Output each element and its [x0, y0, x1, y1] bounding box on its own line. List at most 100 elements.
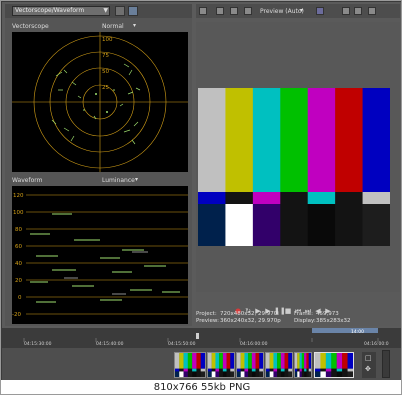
video-clip-selected[interactable] — [314, 352, 354, 378]
chevron-down-icon[interactable]: ▾ — [300, 7, 303, 14]
copy-snapshot-icon[interactable] — [342, 7, 350, 15]
thumb-bar — [277, 371, 281, 377]
zoom-fit-icon[interactable]: ✥ — [365, 365, 371, 373]
thumb-bar — [248, 353, 252, 369]
color-bar-castellation — [198, 192, 226, 204]
video-clip[interactable] — [236, 352, 264, 378]
zoom-in-icon[interactable]: □ — [365, 354, 372, 362]
thumb-bar — [280, 368, 285, 372]
thumb-bar — [325, 368, 332, 372]
thumb-bar — [230, 368, 234, 372]
update-scopes-icon[interactable] — [128, 6, 138, 16]
thumb-bar — [219, 368, 223, 372]
color-bar-castellation — [362, 192, 390, 204]
grid-icon[interactable] — [368, 7, 376, 15]
color-bar-pluge — [335, 204, 363, 246]
thumb-bar — [244, 368, 249, 372]
thumb-bar — [259, 371, 263, 377]
thumb-bar — [320, 353, 326, 369]
thumb-bar — [277, 353, 281, 369]
thumb-bar — [299, 353, 302, 369]
settings-icon[interactable] — [115, 6, 125, 16]
thumb-bar — [237, 368, 241, 372]
thumb-bar — [248, 368, 252, 372]
thumb-bar — [215, 371, 220, 377]
thumb-bar — [222, 353, 227, 369]
thumb-bar — [211, 371, 216, 377]
thumb-bar — [295, 371, 298, 377]
thumb-bar — [347, 353, 353, 369]
color-bar-castellation — [225, 192, 254, 204]
thumb-bar — [288, 353, 292, 369]
thumb-bar — [259, 368, 263, 372]
thumb-bar — [336, 371, 343, 377]
thumb-bar — [304, 353, 307, 369]
monitor-icon[interactable] — [216, 7, 224, 15]
video-clip[interactable] — [174, 352, 206, 378]
zoom-controls[interactable]: □ ✥ — [362, 352, 376, 378]
thumb-bar — [230, 371, 234, 377]
thumb-bar — [277, 368, 281, 372]
thumb-bar — [301, 368, 305, 372]
thumb-bar — [297, 371, 300, 377]
color-bar-castellation — [280, 192, 309, 204]
video-scopes-panel: Vectorscope/Waveform ▼ Vectorscope Norma… — [5, 4, 192, 326]
color-bar-castellation — [252, 192, 281, 204]
thumb-bar — [244, 353, 249, 369]
preview-area — [196, 22, 400, 292]
thumb-bar — [240, 353, 245, 369]
thumb-bar — [259, 353, 263, 369]
chevron-down-icon[interactable]: ▾ — [135, 176, 138, 183]
color-bar-pluge — [198, 204, 226, 246]
thumb-bar — [306, 353, 309, 369]
chevron-down-icon[interactable]: ▾ — [133, 22, 136, 29]
video-clip[interactable] — [294, 352, 312, 378]
thumb-bar — [273, 368, 278, 372]
video-clip[interactable] — [207, 352, 235, 378]
thumb-bar — [301, 353, 305, 369]
split-screen-icon[interactable] — [230, 7, 238, 15]
thumb-bar — [308, 353, 311, 369]
transport-controls: ● ↻ ▶ ▶ ❚❚■ ⏮ ⏭ ◀ ▶ — [234, 298, 354, 315]
gear-icon[interactable] — [199, 7, 207, 15]
image-info-caption: 810x766 55kb PNG — [1, 380, 401, 394]
vs-scale-75: 75 — [102, 53, 109, 59]
thumb-bar — [331, 368, 337, 372]
video-preview-panel: Preview (Auto) ▾ ● ↻ ▶ ▶ ❚❚■ ⏮ ⏭ ◀ ▶ Project: 72… — [196, 4, 400, 326]
thumb-bar — [219, 353, 223, 369]
clip-thumbnail — [295, 353, 311, 377]
screenshot-frame: Vectorscope/Waveform ▼ Vectorscope Norma… — [0, 0, 402, 395]
thumb-bar — [255, 353, 260, 369]
overlay-icon[interactable] — [244, 7, 252, 15]
video-track[interactable]: □ ✥ — [2, 348, 401, 380]
thumb-bar — [226, 371, 231, 377]
thumb-bar — [269, 371, 274, 377]
thumb-bar — [347, 368, 353, 372]
ruler-tick: 04:15:50:00 — [168, 342, 196, 347]
color-bar — [225, 88, 254, 192]
thumb-bar — [192, 353, 197, 369]
thumb-bar — [240, 368, 245, 372]
scope-mode-select[interactable]: Vectorscope/Waveform ▼ — [12, 6, 110, 16]
thumb-bar — [320, 368, 326, 372]
thumb-bar — [306, 368, 309, 372]
wf-scale-60: 60 — [15, 244, 22, 250]
timeline-ruler[interactable]: 14:00 04:15:30:00 04:15:40:00 04:15:50:0… — [2, 328, 401, 348]
clip-thumbnail — [208, 353, 234, 377]
preview-quality-select[interactable]: Preview (Auto) — [260, 8, 304, 15]
vertical-scrollbar[interactable] — [382, 350, 390, 378]
thumb-bar — [251, 371, 256, 377]
svg-text:14:00: 14:00 — [351, 329, 364, 335]
thumb-bar — [244, 371, 249, 377]
timeline-panel: 14:00 04:15:30:00 04:15:40:00 04:15:50:0… — [2, 328, 401, 380]
project-label: Project: — [196, 311, 217, 317]
color-bar-pluge — [225, 204, 254, 246]
color-bar — [280, 88, 309, 192]
channels-icon[interactable] — [316, 7, 324, 15]
thumb-bar — [183, 368, 188, 372]
vs-scale-100: 100 — [102, 37, 113, 43]
vectorscope-mode-label: Normal — [102, 23, 124, 30]
stop-icon[interactable]: ■ — [284, 307, 292, 315]
save-snapshot-icon[interactable] — [354, 7, 362, 15]
video-clip[interactable] — [265, 352, 293, 378]
